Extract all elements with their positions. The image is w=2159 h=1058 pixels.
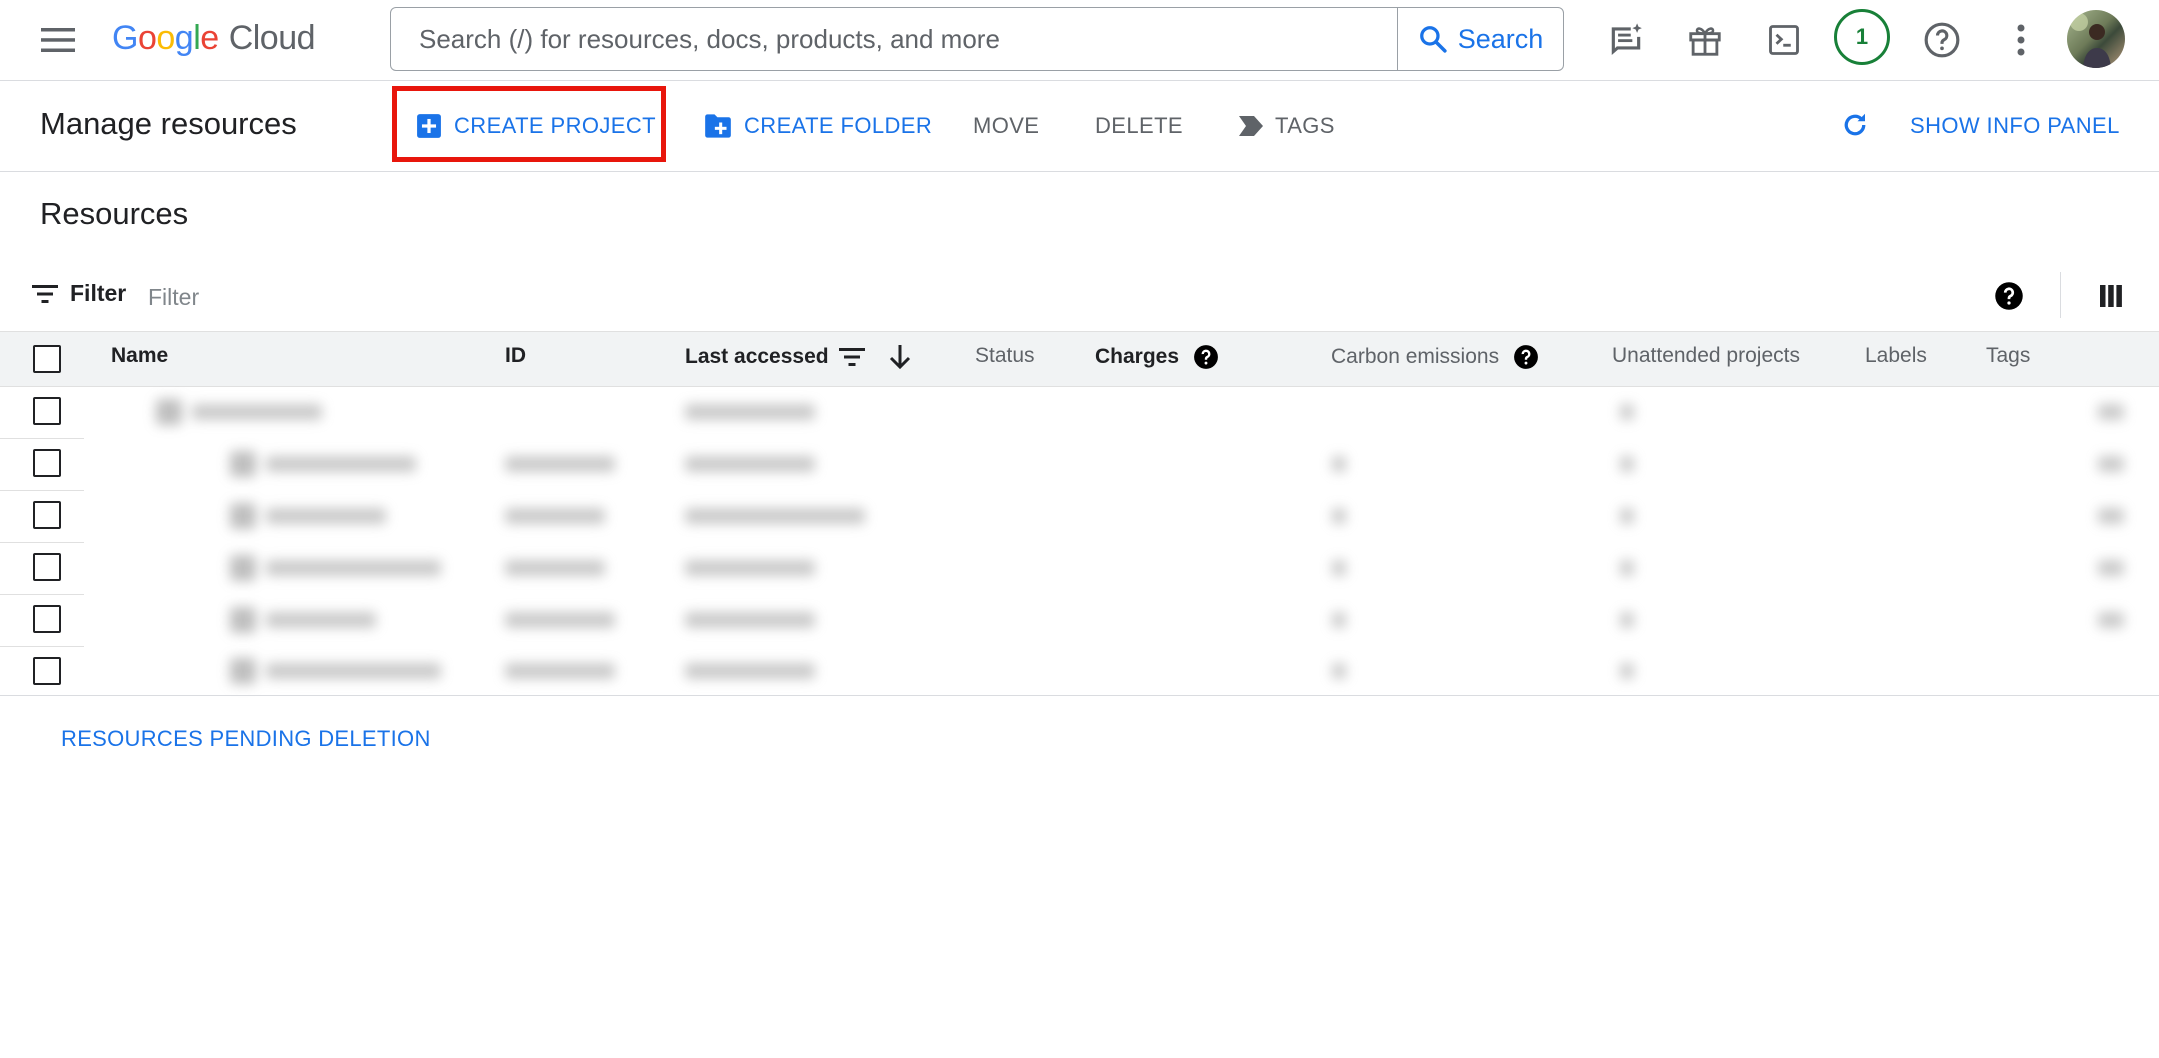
column-header-label: Labels [1865, 344, 1927, 367]
gift-icon[interactable] [1682, 17, 1728, 63]
create-folder-button[interactable]: CREATE FOLDER [704, 108, 932, 144]
tags-button[interactable]: TAGS [1239, 108, 1335, 144]
create-folder-icon [704, 113, 732, 139]
table-row[interactable] [0, 595, 2159, 646]
filter-input[interactable] [146, 276, 650, 318]
search-bar: Search [390, 7, 1564, 71]
blurred-row-content [100, 439, 2159, 490]
table-header [0, 331, 2159, 387]
search-button[interactable]: Search [1397, 8, 1563, 70]
cloud-shell-icon[interactable] [1761, 17, 1807, 63]
avatar[interactable] [2067, 10, 2125, 68]
row-checkbox[interactable] [33, 501, 61, 529]
search-button-label: Search [1457, 23, 1544, 54]
column-header-unattended-projects[interactable]: Unattended projects [1612, 344, 1800, 368]
blurred-row-content [100, 595, 2159, 646]
move-label: MOVE [973, 113, 1040, 138]
logo-letter: G [112, 18, 138, 57]
logo-letter: o [137, 18, 157, 57]
column-header-label: Unattended projects [1612, 344, 1800, 367]
column-header-label: Charges [1095, 345, 1180, 368]
logo-letter: l [193, 18, 201, 57]
column-header-name[interactable]: Name [111, 344, 168, 368]
logo-letter: e [200, 18, 219, 57]
search-input[interactable] [391, 7, 1397, 71]
select-all-checkbox[interactable] [33, 345, 61, 373]
row-checkbox[interactable] [33, 397, 61, 425]
row-checkbox[interactable] [33, 553, 61, 581]
column-header-label: Status [975, 344, 1035, 367]
move-button[interactable]: MOVE [973, 108, 1039, 144]
resources-pending-deletion-link[interactable]: RESOURCES PENDING DELETION [61, 726, 431, 752]
help-icon[interactable] [1513, 344, 1539, 370]
table-row[interactable] [0, 439, 2159, 490]
resources-title: Resources [40, 196, 189, 231]
action-toolbar [0, 81, 2159, 172]
column-header-tags[interactable]: Tags [1986, 344, 2030, 368]
tags-label: TAGS [1275, 113, 1335, 138]
filter-button[interactable]: Filter [32, 280, 126, 307]
column-header-last-accessed[interactable]: Last accessed [685, 344, 911, 370]
logo-letter: o [156, 18, 175, 57]
help-icon[interactable] [1193, 344, 1219, 370]
search-icon [1418, 24, 1448, 54]
help-icon[interactable] [1919, 17, 1965, 63]
logo-product-name: Cloud [228, 18, 316, 57]
column-header-label: ID [505, 344, 526, 367]
google-cloud-logo[interactable]: Google Cloud [112, 16, 316, 60]
table-row[interactable] [0, 386, 2159, 438]
blurred-row-content [100, 491, 2159, 542]
table-row[interactable] [0, 647, 2159, 695]
column-header-charges[interactable]: Charges [1095, 344, 1219, 370]
show-info-panel-label: SHOW INFO PANEL [1910, 113, 2120, 138]
notifications-count-badge[interactable]: 1 [1834, 9, 1890, 65]
create-folder-label: CREATE FOLDER [744, 113, 933, 138]
show-info-panel-button[interactable]: SHOW INFO PANEL [1910, 108, 2120, 144]
table-row[interactable] [0, 491, 2159, 542]
blurred-row-content [100, 386, 2159, 438]
blurred-row-content [100, 647, 2159, 695]
sort-filter-icon[interactable] [838, 347, 865, 367]
blurred-row-content [100, 543, 2159, 594]
column-header-status[interactable]: Status [975, 344, 1035, 368]
feedback-icon[interactable] [1603, 17, 1649, 63]
refresh-icon[interactable] [1840, 110, 1870, 140]
add-box-icon [416, 113, 442, 139]
help-icon[interactable] [1994, 281, 2024, 311]
column-header-label: Name [111, 344, 169, 367]
table-row[interactable] [0, 543, 2159, 594]
column-display-icon[interactable] [2096, 282, 2126, 310]
hamburger-menu-icon[interactable] [36, 18, 80, 62]
arrow-downward-icon[interactable] [889, 344, 911, 370]
page-title: Manage resources [40, 106, 297, 141]
row-checkbox[interactable] [33, 657, 61, 685]
column-header-labels[interactable]: Labels [1865, 344, 1927, 368]
filter-label: Filter [70, 280, 127, 306]
column-header-carbon-emissions[interactable]: Carbon emissions [1331, 344, 1539, 370]
delete-button[interactable]: DELETE [1095, 108, 1183, 144]
tag-icon [1239, 116, 1263, 136]
create-project-button[interactable]: CREATE PROJECT [416, 108, 656, 144]
row-checkbox[interactable] [33, 449, 61, 477]
column-header-label: Carbon emissions [1331, 345, 1500, 368]
table-bottom-divider [0, 695, 2159, 696]
column-header-label: Tags [1986, 344, 2031, 367]
more-vert-icon[interactable] [1998, 17, 2044, 63]
delete-label: DELETE [1095, 113, 1183, 138]
logo-letter: g [174, 18, 194, 57]
column-header-label: Last accessed [685, 345, 829, 368]
filter-list-icon [32, 284, 58, 304]
toolbar-divider [2060, 272, 2061, 318]
row-checkbox[interactable] [33, 605, 61, 633]
create-project-label: CREATE PROJECT [454, 113, 656, 138]
column-header-id[interactable]: ID [505, 344, 526, 368]
